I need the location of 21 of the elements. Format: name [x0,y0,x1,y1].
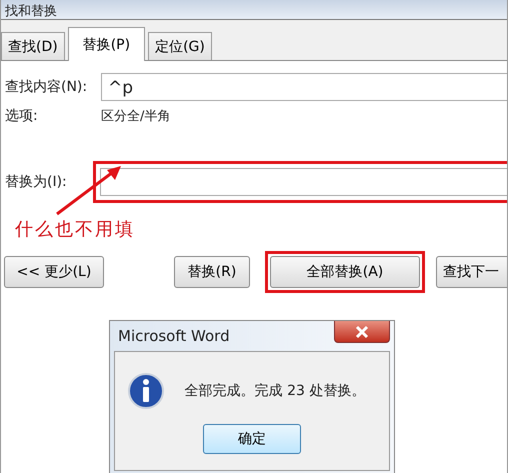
find-field[interactable]: ^p [101,73,507,101]
close-icon [354,324,370,338]
field-label: 替换为(I): [5,173,68,191]
tab[interactable]: 查找(D) [1,32,65,60]
tab[interactable]: 替换(P) [68,27,146,61]
close-button[interactable] [334,321,390,343]
window-title: 找和替换 [5,4,57,19]
annotation-text: 什么也不用填 [15,219,135,240]
options-value: 区分全/半角 [101,108,170,125]
dialog-button[interactable]: 查找下一 [436,256,507,288]
dialog-button[interactable]: 全部替换(A) [270,256,420,288]
options-label: 选项: [5,107,39,125]
ok-button[interactable]: 确定 [203,424,301,454]
info-icon [126,372,165,410]
tab[interactable]: 定位(G) [148,32,212,60]
dialog-button[interactable]: 替换(R) [174,256,250,288]
message-box-title: Microsoft Word [118,327,230,345]
message-text: 全部完成。完成 23 处替换。 [184,382,366,400]
replace-field[interactable] [100,168,507,196]
field-label: 查找内容(N): [5,78,88,96]
dialog-button[interactable]: << 更少(L) [4,256,104,288]
